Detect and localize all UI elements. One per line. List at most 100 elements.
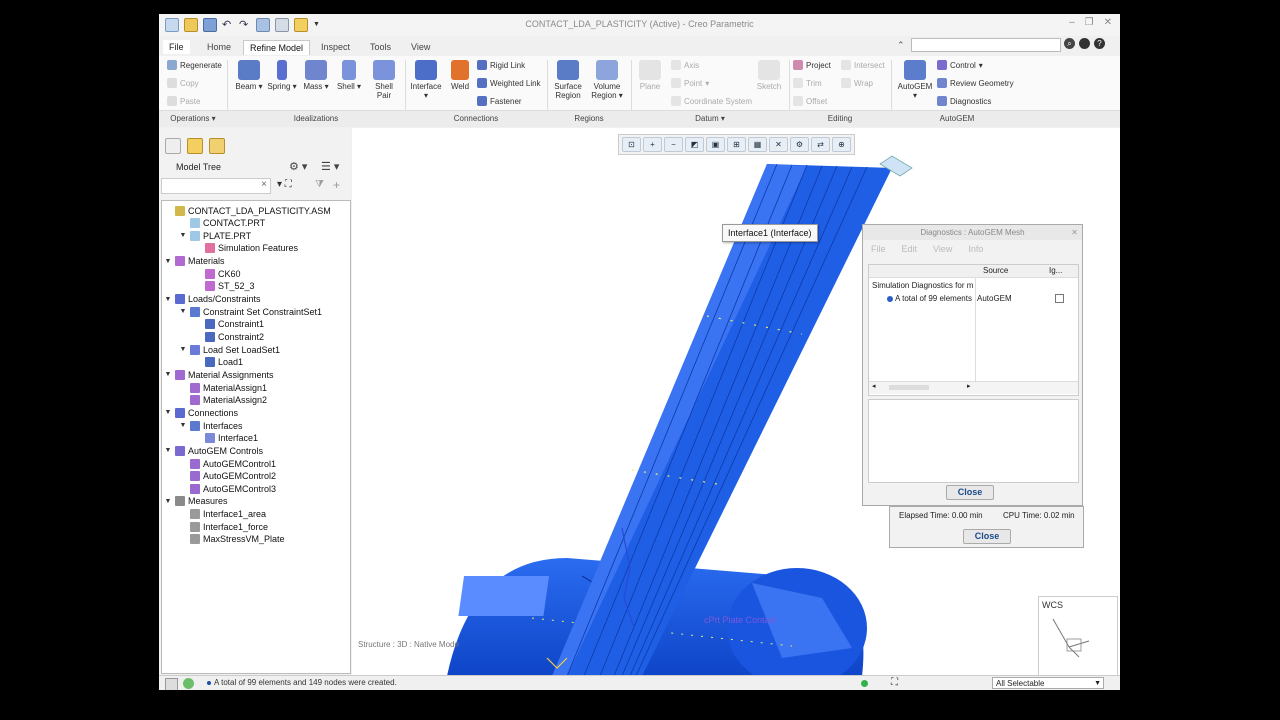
tab-home[interactable]: Home [201,40,237,54]
display-style-icon[interactable]: ▣ [706,137,725,152]
diag-menu-info[interactable]: Info [968,244,983,254]
diagnostics-row[interactable]: A total of 99 elements [887,294,972,303]
tree-item[interactable]: Interface1 [194,432,258,445]
copy-button[interactable]: Copy [167,78,199,88]
restore-icon[interactable]: ❐ [1085,17,1094,28]
plane-button[interactable]: Plane [637,60,663,91]
control-button[interactable]: Control ▾ [937,60,983,70]
horizontal-scrollbar[interactable]: ◂ ▸ [869,381,1078,394]
scroll-right-icon[interactable]: ▸ [967,382,971,390]
tree-settings-icon[interactable]: ⚙ ▾ [289,160,307,173]
paste-button[interactable]: Paste [167,96,200,106]
refit-icon[interactable]: ⊡ [622,137,641,152]
tree-item[interactable]: Simulation Features [194,242,298,255]
folder-browser-icon[interactable] [187,138,203,154]
tree-item[interactable]: AutoGEMControl3 [179,482,276,495]
rigid-link-button[interactable]: Rigid Link [477,60,525,70]
tab-tools[interactable]: Tools [364,40,397,54]
tab-file[interactable]: File [163,40,190,54]
tree-item[interactable]: ▼ Loads/Constraints [164,293,261,306]
tree-item[interactable]: MaxStressVM_Plate [179,533,285,546]
column-ignore[interactable]: Ig... [1049,266,1062,275]
mass-button[interactable]: Mass ▾ [301,60,331,91]
close-icon[interactable]: ✕ [1071,225,1078,240]
close-button[interactable]: Close [963,529,1011,544]
zoom-in-icon[interactable]: + [643,137,662,152]
tree-filter-icon[interactable]: ⧩ [315,179,324,190]
diag-menu-file[interactable]: File [871,244,886,254]
tree-item[interactable]: ▼ PLATE.PRT [179,229,251,242]
trim-button[interactable]: Trim [793,78,822,88]
zoom-out-icon[interactable]: − [664,137,683,152]
spin-center-icon[interactable]: ⊕ [832,137,851,152]
favorites-icon[interactable] [209,138,225,154]
clear-search-icon[interactable]: × [261,179,267,190]
operations-group-label[interactable]: Operations ▾ [159,114,227,123]
autogem-button[interactable]: AutoGEM ▾ [897,60,933,100]
model-tree-tab-icon[interactable] [165,138,181,154]
tree-item[interactable]: CK60 [194,267,241,280]
expand-toggle-icon[interactable]: ▼ [164,296,172,303]
tree-item[interactable]: Interface1_area [179,508,266,521]
tree-item[interactable]: ▼ Material Assignments [164,368,274,381]
tree-item[interactable]: CONTACT_LDA_PLASTICITY.ASM [164,204,331,217]
help-icon[interactable]: ? [1094,38,1105,49]
expand-toggle-icon[interactable]: ▼ [164,258,172,265]
diag-menu-view[interactable]: View [933,244,952,254]
close-button[interactable]: Close [946,485,994,500]
tab-view[interactable]: View [405,40,436,54]
offset-button[interactable]: Offset [793,96,827,106]
tree-item[interactable]: ST_52_3 [194,280,255,293]
selection-filter[interactable]: All Selectable ▼ [992,677,1104,689]
tree-columns-icon[interactable]: ☰ ▾ [321,160,339,173]
tree-item[interactable]: ▼ AutoGEM Controls [164,444,263,457]
settings-icon[interactable] [1079,38,1090,49]
tree-item[interactable]: ▼ Constraint Set ConstraintSet1 [179,305,322,318]
diag-menu-edit[interactable]: Edit [902,244,918,254]
tree-item[interactable]: ▼ Connections [164,406,238,419]
surface-region-button[interactable]: Surface Region [551,60,585,100]
tab-refine-model[interactable]: Refine Model [243,40,311,55]
tree-item[interactable]: ▼ Measures [164,495,228,508]
scroll-left-icon[interactable]: ◂ [872,382,876,390]
datum-group-label[interactable]: Datum ▾ [631,114,789,123]
column-source[interactable]: Source [983,266,1008,275]
volume-region-button[interactable]: Volume Region ▾ [589,60,625,100]
search-icon[interactable]: ⌕ [1064,38,1075,49]
tree-search-input[interactable]: × [161,178,271,194]
simulation-display-icon[interactable]: ⚙ [790,137,809,152]
tree-item[interactable]: MaterialAssign2 [179,394,267,407]
find-icon[interactable]: ⛶ [891,677,898,688]
tree-item[interactable]: CONTACT.PRT [179,217,265,230]
tree-item[interactable]: ▼ Interfaces [179,419,243,432]
tree-item[interactable]: Constraint1 [194,318,264,331]
close-icon[interactable]: ✕ [1104,17,1112,28]
minimize-icon[interactable]: – [1069,17,1075,28]
tree-item[interactable]: MaterialAssign1 [179,381,267,394]
search-input[interactable] [911,38,1061,52]
view-manager-icon[interactable]: ▦ [748,137,767,152]
wrap-button[interactable]: Wrap [841,78,873,88]
tree-item[interactable]: Constraint2 [194,331,264,344]
diagnostics-button[interactable]: Diagnostics [937,96,991,106]
tree-item[interactable]: ▼ Load Set LoadSet1 [179,343,280,356]
diagnostics-root[interactable]: Simulation Diagnostics for m [872,281,973,290]
shell-pair-button[interactable]: Shell Pair [369,60,399,100]
axis-button[interactable]: Axis [671,60,699,70]
tree-add-icon[interactable]: + [333,178,340,192]
expand-toggle-icon[interactable]: ▼ [179,346,187,353]
repaint-icon[interactable]: ◩ [685,137,704,152]
review-geometry-button[interactable]: Review Geometry [937,78,1014,88]
regenerate-button[interactable]: Regenerate [167,60,222,70]
saved-orientations-icon[interactable]: ⊞ [727,137,746,152]
project-button[interactable]: Project [793,60,831,70]
shell-button[interactable]: Shell ▾ [335,60,363,91]
annotation-display-icon[interactable]: ⇄ [811,137,830,152]
datum-display-icon[interactable]: ✕ [769,137,788,152]
tree-item[interactable]: AutoGEMControl1 [179,457,276,470]
tree-item[interactable]: ▼ Materials [164,255,225,268]
expand-toggle-icon[interactable]: ▼ [179,422,187,429]
expand-toggle-icon[interactable]: ▼ [179,232,187,239]
beam-button[interactable]: Beam ▾ [233,60,265,91]
expand-toggle-icon[interactable]: ▼ [164,409,172,416]
